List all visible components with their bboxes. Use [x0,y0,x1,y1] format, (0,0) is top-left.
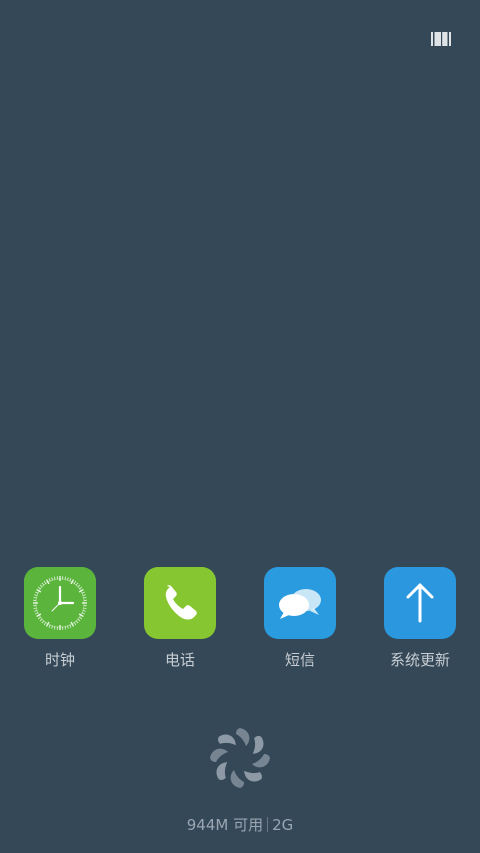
messages-tile[interactable] [264,567,336,639]
memory-cleaner-button[interactable] [206,724,274,792]
app-messages[interactable]: 短信 [250,567,350,669]
phone-icon [165,585,197,620]
up-arrow-icon [406,583,434,623]
memory-status: 944M 可用 2G [0,816,480,834]
app-clock[interactable]: 时钟 [10,567,110,669]
app-label-system-update: 系统更新 [389,651,450,669]
app-label-clock: 时钟 [44,651,75,669]
chat-bubbles-icon [279,589,321,619]
memory-separator [267,817,269,832]
network-type-text: 2G [272,816,294,834]
clock-tile[interactable] [24,567,96,639]
recent-apps-icon[interactable] [431,31,451,46]
app-phone[interactable]: 电话 [130,567,230,669]
app-label-messages: 短信 [284,651,315,669]
home-app-row: 时钟 电话 短信 系统更新 [0,567,480,677]
system-update-tile[interactable] [384,567,456,639]
app-label-phone: 电话 [164,651,195,669]
memory-available-text: 944M 可用 [186,816,264,834]
phone-tile[interactable] [144,567,216,639]
memory-cleaner-icon [210,728,270,788]
clock-icon [33,576,87,630]
app-system-update[interactable]: 系统更新 [370,567,470,669]
